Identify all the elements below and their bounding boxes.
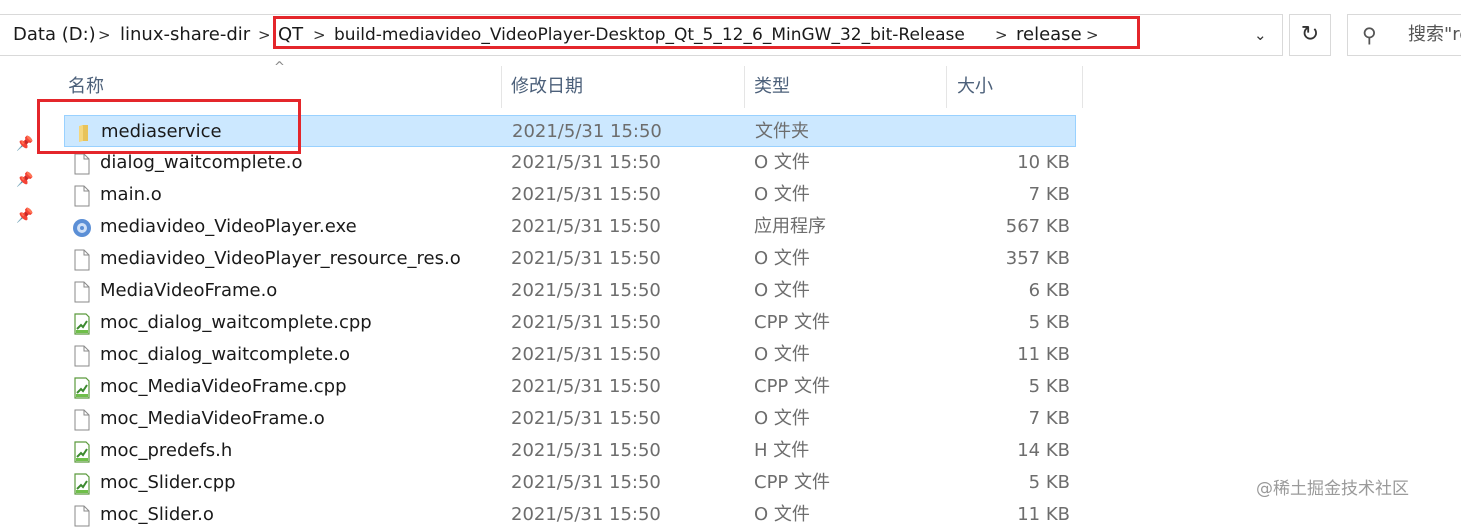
file-name: moc_predefs.h [100,440,233,461]
file-row[interactable]: MediaVideoFrame.o 2021/5/31 15:50 O 文件 6 KB [64,275,1076,307]
file-row[interactable]: mediavideo_VideoPlayer.exe 2021/5/31 15:5… [64,211,1076,243]
file-size: 5 KB [1028,376,1070,397]
file-type: O 文件 [754,184,810,205]
file-type: 文件夹 [755,121,809,142]
file-type: O 文件 [754,280,810,301]
file-date: 2021/5/31 15:50 [511,472,661,493]
file-date: 2021/5/31 15:50 [511,376,661,397]
file-size: 357 KB [1005,248,1070,269]
file-size: 7 KB [1028,184,1070,205]
search-icon: ⚲ [1362,23,1377,47]
pin-icon: 📌 [16,136,34,152]
highlight-box-folder [37,99,301,154]
history-dropdown-icon[interactable]: ⌄ [1254,15,1267,55]
file-date: 2021/5/31 15:50 [511,152,661,173]
file-row[interactable]: moc_MediaVideoFrame.cpp 2021/5/31 15:50 CP… [64,371,1076,403]
file-size: 11 KB [1017,344,1070,365]
file-date: 2021/5/31 15:50 [512,121,662,142]
pin-icon: 📌 [16,208,34,224]
file-type: CPP 文件 [754,312,830,333]
column-header-date[interactable]: 修改日期 [511,66,583,108]
chevron-right-icon[interactable]: > [98,15,111,55]
column-header-size[interactable]: 大小 [957,66,993,108]
highlight-box-path [273,16,1140,49]
file-name: moc_dialog_waitcomplete.cpp [100,312,372,333]
file-name: moc_MediaVideoFrame.cpp [100,376,347,397]
file-date: 2021/5/31 15:50 [511,408,661,429]
file-size: 567 KB [1005,216,1070,237]
breadcrumb-linux-share-dir[interactable]: linux-share-dir [120,15,250,55]
file-name: moc_MediaVideoFrame.o [100,408,325,429]
file-type: O 文件 [754,248,810,269]
file-row[interactable]: mediavideo_VideoPlayer_resource_res.o 202… [64,243,1076,275]
file-type: O 文件 [754,344,810,365]
file-row[interactable]: moc_Slider.cpp 2021/5/31 15:50 CPP 文件 5 KB [64,467,1076,499]
file-size: 5 KB [1028,312,1070,333]
breadcrumb-drive[interactable]: Data (D:) [13,15,96,55]
column-header-type[interactable]: 类型 [754,66,790,108]
file-name: moc_Slider.cpp [100,472,236,493]
file-row[interactable]: moc_dialog_waitcomplete.cpp 2021/5/31 15:… [64,307,1076,339]
file-name: main.o [100,184,162,205]
file-date: 2021/5/31 15:50 [511,312,661,333]
file-size: 14 KB [1017,440,1070,461]
file-type: H 文件 [754,440,810,461]
watermark: @稀土掘金技术社区 [1256,479,1409,499]
file-name: mediavideo_VideoPlayer.exe [100,216,357,237]
file-size: 7 KB [1028,408,1070,429]
search-placeholder: 搜索"re [1408,24,1461,45]
file-row[interactable]: moc_MediaVideoFrame.o 2021/5/31 15:50 O 文件… [64,403,1076,435]
file-date: 2021/5/31 15:50 [511,280,661,301]
file-type: O 文件 [754,408,810,429]
file-type: CPP 文件 [754,472,830,493]
search-input[interactable]: ⚲ 搜索"re [1347,14,1461,56]
file-date: 2021/5/31 15:50 [511,248,661,269]
column-divider[interactable] [946,66,947,108]
file-name: mediavideo_VideoPlayer_resource_res.o [100,248,461,269]
file-type: O 文件 [754,152,810,173]
file-date: 2021/5/31 15:50 [511,440,661,461]
file-date: 2021/5/31 15:50 [511,504,661,525]
file-name: moc_Slider.o [100,504,214,525]
file-type: 应用程序 [754,216,826,237]
file-size: 5 KB [1028,472,1070,493]
pin-icon: 📌 [16,172,34,188]
file-type: CPP 文件 [754,376,830,397]
file-row[interactable]: moc_predefs.h 2021/5/31 15:50 H 文件 14 KB [64,435,1076,467]
file-date: 2021/5/31 15:50 [511,344,661,365]
sort-ascending-icon: ^ [274,60,285,75]
file-name: MediaVideoFrame.o [100,280,278,301]
column-divider[interactable] [744,66,745,108]
file-date: 2021/5/31 15:50 [511,184,661,205]
file-name: moc_dialog_waitcomplete.o [100,344,350,365]
file-size: 11 KB [1017,504,1070,525]
file-row[interactable]: main.o 2021/5/31 15:50 O 文件 7 KB [64,179,1076,211]
file-row[interactable]: moc_dialog_waitcomplete.o 2021/5/31 15:50… [64,339,1076,371]
column-divider[interactable] [501,66,502,108]
file-type: O 文件 [754,504,810,525]
refresh-button[interactable]: ↻ [1289,14,1331,56]
file-date: 2021/5/31 15:50 [511,216,661,237]
file-size: 6 KB [1028,280,1070,301]
file-size: 10 KB [1017,152,1070,173]
chevron-right-icon[interactable]: > [258,15,271,55]
file-row[interactable]: moc_Slider.o 2021/5/31 15:50 O 文件 11 KB [64,499,1076,531]
column-divider[interactable] [1082,66,1083,108]
